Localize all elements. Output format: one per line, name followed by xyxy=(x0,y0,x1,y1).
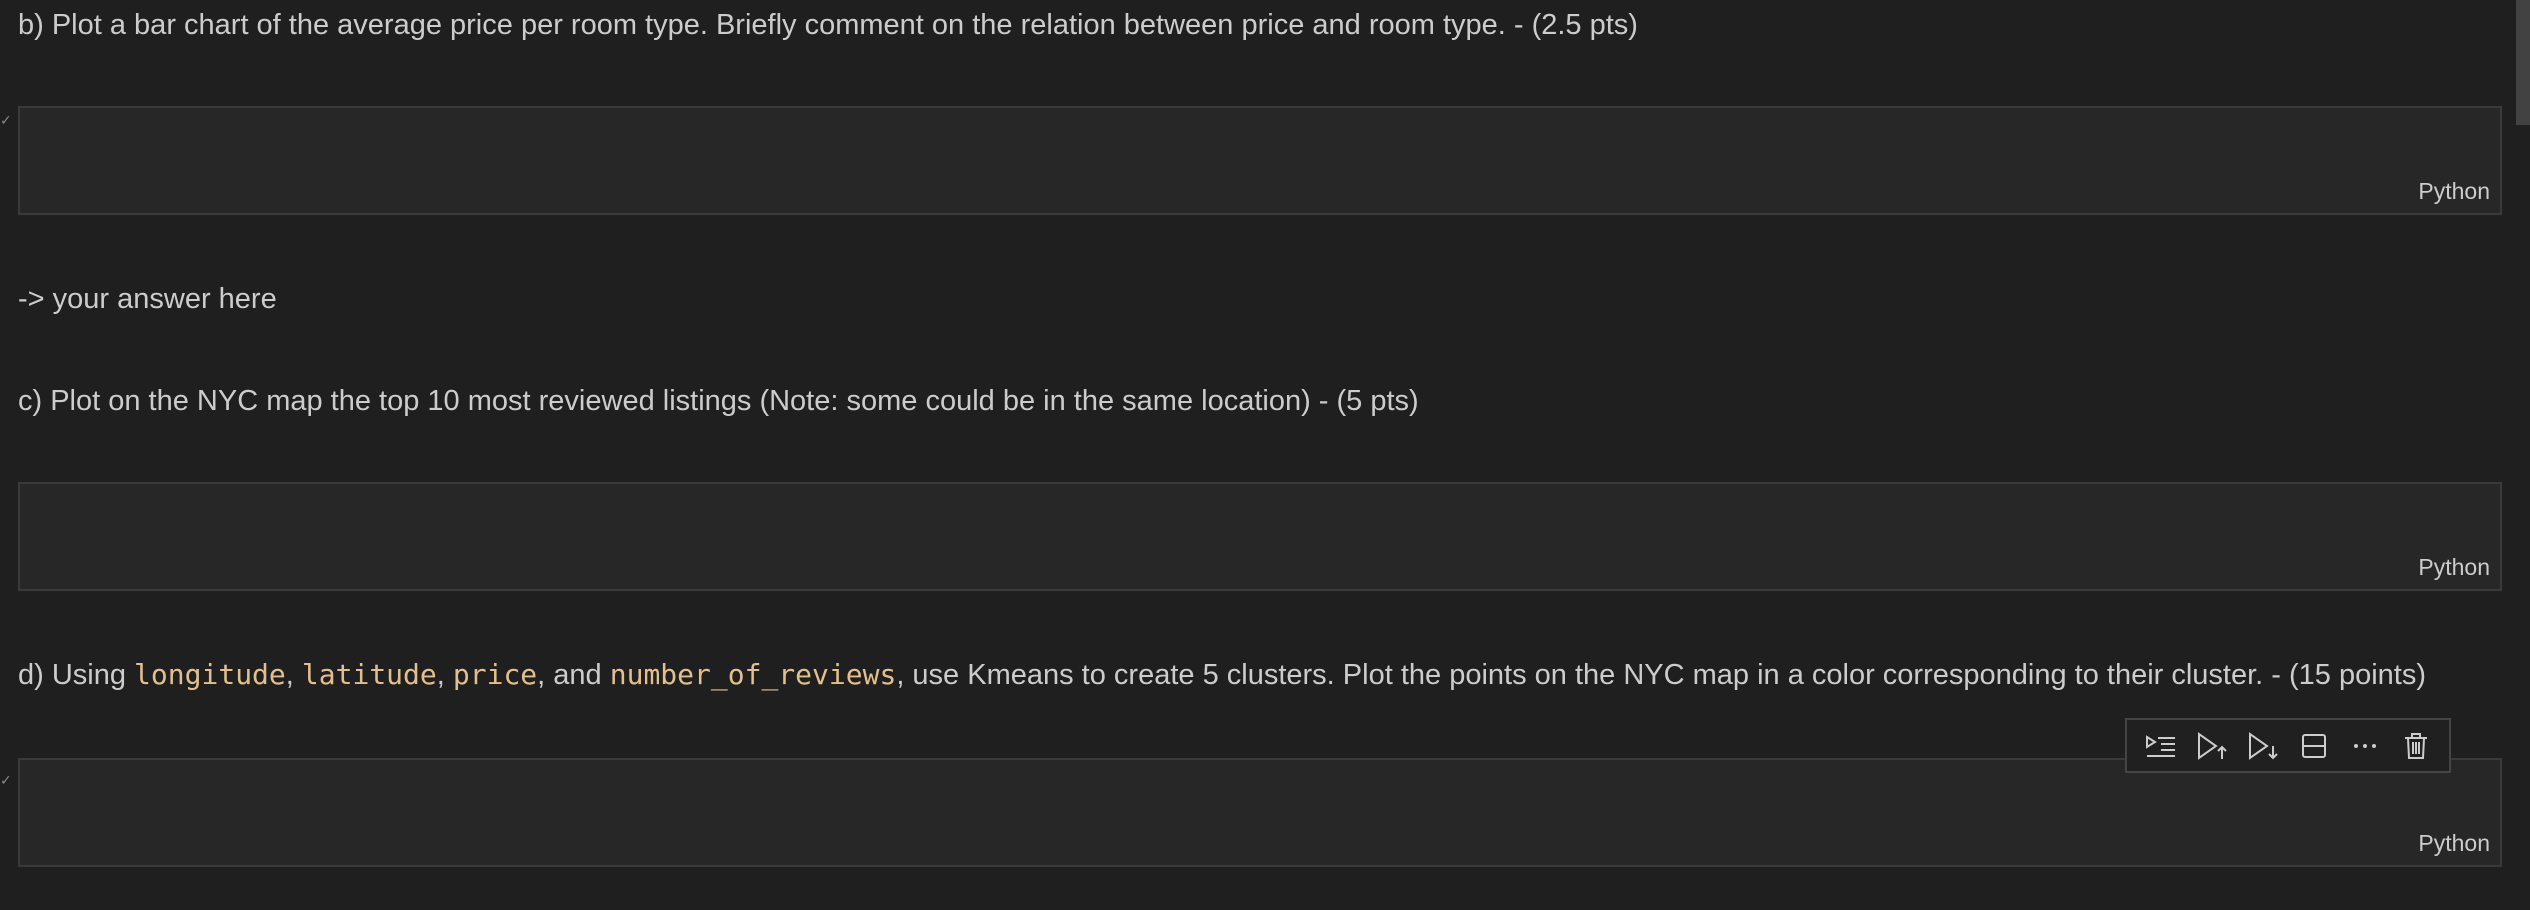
question-d-prefix: d) Using xyxy=(18,659,135,691)
vertical-scrollbar[interactable] xyxy=(2516,0,2530,125)
question-b-text: b) Plot a bar chart of the average price… xyxy=(18,9,1638,41)
question-d-suffix: , use Kmeans to create 5 clusters. Plot … xyxy=(896,659,2427,691)
markdown-cell-b[interactable]: b) Plot a bar chart of the average price… xyxy=(18,7,1638,43)
cell-status-check-icon: ✓ xyxy=(0,772,12,788)
run-by-line-icon[interactable] xyxy=(2140,725,2182,767)
language-label[interactable]: Python xyxy=(2418,830,2490,857)
separator: , xyxy=(436,659,453,691)
inline-code-latitude: latitude xyxy=(301,658,437,691)
markdown-answer[interactable]: -> your answer here xyxy=(18,281,277,317)
code-cell-b[interactable]: Python xyxy=(18,106,2502,215)
inline-code-longitude: longitude xyxy=(134,658,286,691)
execute-above-icon[interactable] xyxy=(2191,725,2233,767)
separator: , and xyxy=(537,659,610,691)
markdown-cell-d[interactable]: d) Using longitude, latitude, price, and… xyxy=(18,657,2426,693)
inline-code-number-of-reviews: number_of_reviews xyxy=(609,658,897,691)
cell-toolbar xyxy=(2125,718,2451,773)
more-icon[interactable] xyxy=(2344,725,2386,767)
language-label[interactable]: Python xyxy=(2418,178,2490,205)
separator: , xyxy=(285,659,302,691)
code-cell-d[interactable]: Python xyxy=(18,758,2502,867)
split-cell-icon[interactable] xyxy=(2293,725,2335,767)
execute-below-icon[interactable] xyxy=(2242,725,2284,767)
inline-code-price: price xyxy=(452,658,538,691)
question-c-text: c) Plot on the NYC map the top 10 most r… xyxy=(18,385,1419,417)
cell-status-check-icon: ✓ xyxy=(0,112,12,128)
answer-text: -> your answer here xyxy=(18,283,277,315)
code-cell-c[interactable]: Python xyxy=(18,482,2502,591)
language-label[interactable]: Python xyxy=(2418,554,2490,581)
delete-icon[interactable] xyxy=(2395,725,2437,767)
notebook-editor: b) Plot a bar chart of the average price… xyxy=(0,0,2530,910)
markdown-cell-c[interactable]: c) Plot on the NYC map the top 10 most r… xyxy=(18,383,1419,419)
